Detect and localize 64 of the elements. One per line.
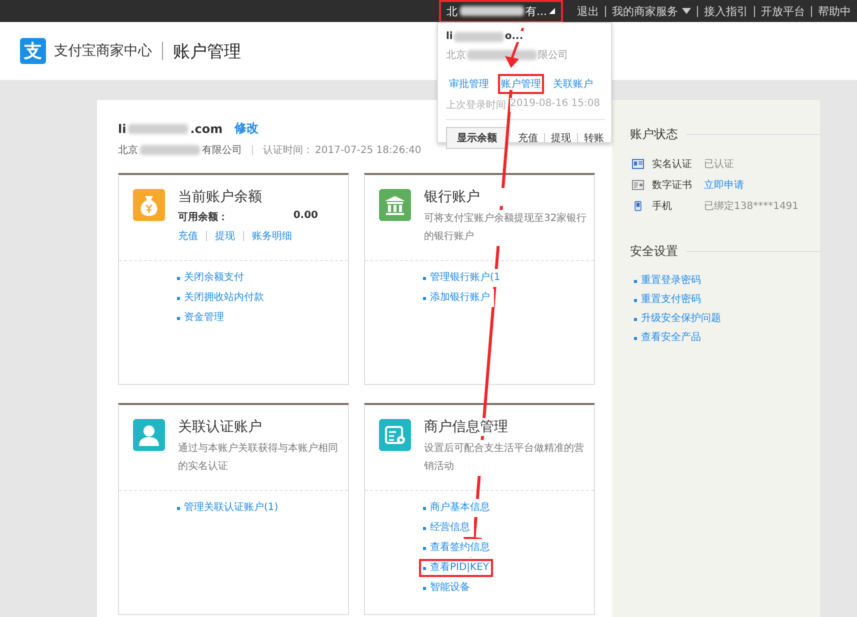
phone-icon: [632, 201, 644, 211]
money-bag-icon: [133, 189, 165, 221]
cert-time: 2017-07-25 18:26:40: [315, 144, 422, 156]
caret-icon: [682, 8, 691, 14]
edit-link[interactable]: 修改: [234, 120, 259, 137]
redacted-blur: [454, 32, 504, 42]
cert-label: 认证时间：: [263, 144, 313, 157]
redacted-blur: [140, 145, 200, 155]
security-link[interactable]: 重置登录密码: [632, 274, 703, 288]
account-name: 有...: [526, 4, 547, 18]
security-link[interactable]: 查看安全产品: [632, 331, 703, 345]
top-nav-link[interactable]: 退出: [573, 4, 603, 18]
page-title: 账户管理: [172, 40, 241, 62]
dropdown-link[interactable]: 审批管理: [446, 74, 492, 94]
status-value: 已绑定138****1491: [704, 200, 799, 213]
last-login-label: 上次登录时间: [446, 98, 506, 112]
top-nav-link[interactable]: 帮助中: [814, 4, 855, 18]
company-name: 限公司: [538, 49, 568, 62]
dropdown-action-link[interactable]: 充值: [518, 131, 538, 145]
dropdown-action-link[interactable]: 转账: [584, 131, 604, 145]
balance-action-link[interactable]: 提现: [215, 229, 235, 243]
last-login-time: 2019-08-16 15:08: [510, 98, 600, 112]
section-title: 安全设置: [630, 243, 678, 260]
annotation-arrow: [505, 28, 524, 68]
card-link[interactable]: 查看PID|KEY: [419, 559, 494, 577]
logo: 支: [20, 38, 46, 64]
balance-amount: 0.00: [293, 210, 318, 223]
id-card-icon: [632, 159, 644, 169]
account-name: 北: [446, 4, 458, 18]
section-title: 账户状态: [630, 126, 678, 143]
card-description: 可将支付宝账户余额提现至32家银行的银行账户: [424, 210, 589, 246]
show-balance-button[interactable]: 显示余额: [446, 127, 508, 149]
security-link[interactable]: 重置支付密码: [632, 293, 703, 307]
company-name: 北京: [446, 48, 466, 62]
dropdown-action-link[interactable]: 提现: [551, 131, 571, 145]
top-nav-link[interactable]: 接入指引: [700, 4, 752, 18]
status-label: 实名认证: [652, 158, 693, 171]
certificate-icon: [632, 180, 644, 190]
account-email: li: [446, 31, 453, 42]
company-name: 北京: [118, 144, 138, 157]
top-nav-link[interactable]: 我的商家服务: [608, 4, 695, 18]
status-label: 手机: [652, 200, 673, 213]
bank-icon: [379, 189, 411, 221]
triangle-icon: [549, 8, 555, 14]
account-email: li: [118, 122, 126, 136]
redacted-blur: [128, 124, 188, 134]
company-name: 有限公司: [202, 144, 242, 157]
person-icon: [133, 419, 165, 451]
status-value: 已认证: [704, 158, 734, 171]
balance-action-link[interactable]: 账务明细: [252, 229, 292, 243]
redacted-blur: [460, 6, 524, 16]
brand-name: 支付宝商家中心: [54, 42, 163, 60]
account-email: o...: [504, 31, 524, 42]
document-gear-icon: [379, 419, 411, 451]
status-label: 数字证书: [652, 178, 693, 192]
apply-link[interactable]: 立即申请: [704, 178, 744, 192]
security-link[interactable]: 升级安全保护问题: [632, 312, 723, 326]
dropdown-link[interactable]: 关联账户: [550, 74, 596, 94]
balance-action-link[interactable]: 充值: [178, 229, 198, 243]
dropdown-link[interactable]: 账户管理: [498, 74, 544, 94]
balance-label: 可用余额：: [178, 210, 228, 224]
redacted-blur: [467, 50, 537, 60]
account-email: .com: [190, 122, 223, 136]
top-nav-link[interactable]: 开放平台: [757, 4, 809, 18]
